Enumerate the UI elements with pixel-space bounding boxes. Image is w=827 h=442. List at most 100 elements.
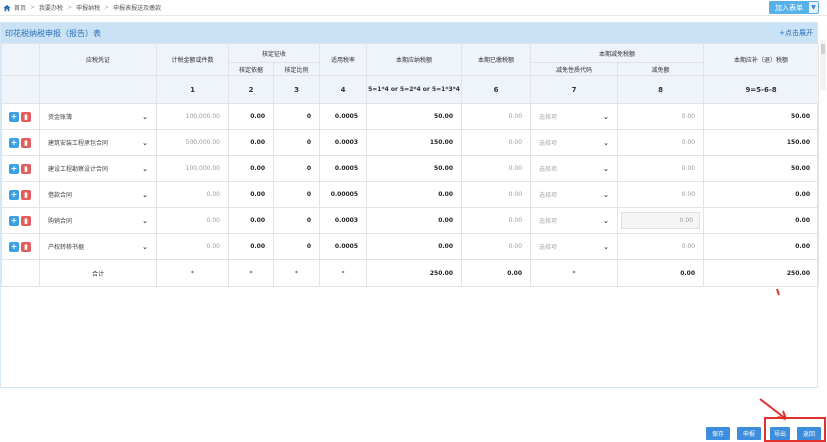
add-row-icon[interactable]: + bbox=[9, 137, 19, 148]
payable-value: 0.00 bbox=[366, 233, 463, 260]
total-basis: * bbox=[228, 259, 274, 287]
delete-row-icon[interactable]: ▮ bbox=[21, 189, 31, 200]
reduction-input[interactable]: 0.00 bbox=[617, 181, 705, 208]
chevron-down-icon: ⌄ bbox=[142, 138, 148, 147]
breadcrumb-home[interactable]: 首页 bbox=[14, 3, 26, 12]
paid-input[interactable]: 0.00 bbox=[461, 181, 532, 208]
voucher-select[interactable]: 建设工程勘察设计合同 ⌄ bbox=[39, 155, 157, 182]
table-row: + ▮ 建筑安装工程承包合同 ⌄ 500,000.00 0.00 0 0.0003 … bbox=[1, 129, 820, 156]
reduction-code-value: 选择项 bbox=[539, 218, 558, 225]
top-bar: 首页 > 我要办税 > 申报纳税 > 申报表报送及缴款 加入表单 ▼ bbox=[0, 0, 827, 16]
declare-button[interactable]: 申报 bbox=[737, 427, 761, 440]
add-row-icon[interactable]: + bbox=[9, 189, 19, 200]
save-button[interactable]: 保存 bbox=[706, 427, 730, 440]
voucher-select[interactable]: 建筑安装工程承包合同 ⌄ bbox=[39, 129, 157, 156]
home-icon[interactable] bbox=[3, 4, 11, 12]
reduction-input[interactable]: 0.00 bbox=[617, 155, 705, 182]
basis-value: 0.00 bbox=[228, 233, 274, 260]
amount-input[interactable]: 100,000.00 bbox=[156, 103, 229, 130]
chevron-down-icon: ⌄ bbox=[603, 112, 610, 121]
voucher-select[interactable]: 购销合同 ⌄ bbox=[39, 207, 157, 234]
paid-input[interactable]: 0.00 bbox=[461, 233, 532, 260]
ratio-value: 0 bbox=[272, 181, 321, 208]
total-rate: * bbox=[319, 259, 368, 287]
reduction-input[interactable]: 0.00 bbox=[617, 129, 705, 156]
chevron-down-icon[interactable]: ▼ bbox=[809, 1, 819, 14]
total-payable: 250.00 bbox=[366, 259, 463, 287]
header-reduction: 本期减免税额 bbox=[530, 43, 705, 63]
add-report-group: 加入表单 ▼ bbox=[769, 1, 819, 14]
header-col-5: 5=1*4 or 5=2*4 or 5=1*3*4 bbox=[366, 75, 463, 104]
header-col-3: 3 bbox=[272, 75, 321, 104]
header-col-8: 8 bbox=[617, 75, 705, 104]
delete-row-icon[interactable]: ▮ bbox=[21, 163, 31, 174]
add-row-icon[interactable]: + bbox=[9, 215, 19, 226]
reduction-input[interactable]: 0.00 bbox=[617, 103, 705, 130]
declaration-table: 应税凭证 计税金额或件数 核定征收 适用税率 本期应纳税额 本期已缴税额 本期减… bbox=[1, 43, 820, 287]
reduction-code-select[interactable]: 选择项 ⌄ bbox=[530, 129, 619, 156]
voucher-select[interactable]: 借款合同 ⌄ bbox=[39, 181, 157, 208]
reduction-code-select[interactable]: 选择项 ⌄ bbox=[530, 233, 619, 260]
expand-toggle[interactable]: +点击展开 bbox=[779, 28, 813, 38]
reduction-code-select[interactable]: 选择项 ⌄ bbox=[530, 181, 619, 208]
delete-row-icon[interactable]: ▮ bbox=[21, 111, 31, 122]
breadcrumb: 首页 > 我要办税 > 申报纳税 > 申报表报送及缴款 bbox=[0, 3, 161, 12]
breadcrumb-separator: > bbox=[67, 4, 73, 11]
add-row-icon[interactable]: + bbox=[9, 241, 19, 252]
header-col-ops bbox=[1, 75, 40, 104]
table-row: + ▮ 产权转移书据 ⌄ 0.00 0.00 0 0.0005 0.00 0.00 … bbox=[1, 233, 820, 260]
chevron-down-icon: ⌄ bbox=[603, 138, 610, 147]
voucher-value: 借款合同 bbox=[48, 192, 73, 199]
reduction-code-select[interactable]: 选择项 ⌄ bbox=[530, 155, 619, 182]
header-col-6: 6 bbox=[461, 75, 532, 104]
chevron-down-icon: ⌄ bbox=[603, 190, 610, 199]
voucher-value: 资金账簿 bbox=[48, 114, 73, 121]
header-rate: 适用税率 bbox=[319, 43, 368, 76]
delete-row-icon[interactable]: ▮ bbox=[21, 215, 31, 226]
table-row: + ▮ 建设工程勘察设计合同 ⌄ 100,000.00 0.00 0 0.0005 … bbox=[1, 155, 820, 182]
delete-row-icon[interactable]: ▮ bbox=[21, 241, 31, 252]
voucher-value: 购销合同 bbox=[48, 218, 73, 225]
reduction-input[interactable]: 0.00 bbox=[621, 212, 701, 229]
reduction-input[interactable]: 0.00 bbox=[617, 233, 705, 260]
header-verified: 核定征收 bbox=[227, 43, 321, 63]
side-scroll-handle[interactable] bbox=[819, 40, 827, 90]
header-col-7: 7 bbox=[530, 75, 619, 104]
rate-value: 0.0005 bbox=[319, 233, 368, 260]
due-value: 150.00 bbox=[703, 129, 820, 156]
voucher-select[interactable]: 产权转移书据 ⌄ bbox=[39, 233, 157, 260]
paid-input[interactable]: 0.00 bbox=[461, 207, 532, 234]
reduction-code-select[interactable]: 选择项 ⌄ bbox=[530, 103, 619, 130]
breadcrumb-separator: > bbox=[104, 4, 110, 11]
rate-value: 0.00005 bbox=[319, 181, 368, 208]
table-row: + ▮ 借款合同 ⌄ 0.00 0.00 0 0.00005 0.00 0.00 选… bbox=[1, 181, 820, 208]
panel-header: 印花税纳税申报（报告）表 +点击展开 bbox=[1, 23, 817, 43]
paid-input[interactable]: 0.00 bbox=[461, 103, 532, 130]
payable-value: 0.00 bbox=[366, 207, 463, 234]
breadcrumb-separator: > bbox=[30, 4, 36, 11]
breadcrumb-item[interactable]: 我要办税 bbox=[39, 3, 63, 12]
arrow-icon bbox=[759, 398, 787, 420]
reduction-code-select[interactable]: 选择项 ⌄ bbox=[530, 207, 619, 234]
delete-row-icon[interactable]: ▮ bbox=[21, 137, 31, 148]
ratio-value: 0 bbox=[272, 155, 321, 182]
due-value: 0.00 bbox=[703, 207, 820, 234]
header-col-1: 1 bbox=[156, 75, 229, 104]
voucher-select[interactable]: 资金账簿 ⌄ bbox=[39, 103, 157, 130]
amount-input[interactable]: 0.00 bbox=[156, 207, 229, 234]
amount-input[interactable]: 500,000.00 bbox=[156, 129, 229, 156]
add-report-button[interactable]: 加入表单 bbox=[769, 1, 809, 14]
header-tax-payable: 本期应纳税额 bbox=[366, 43, 463, 76]
paid-input[interactable]: 0.00 bbox=[461, 155, 532, 182]
header-tax-paid: 本期已缴税额 bbox=[461, 43, 532, 76]
amount-input[interactable]: 0.00 bbox=[156, 233, 229, 260]
footer-bar: 保存 申报 导出 返回 bbox=[0, 420, 827, 442]
add-row-icon[interactable]: + bbox=[9, 163, 19, 174]
amount-input[interactable]: 0.00 bbox=[156, 181, 229, 208]
breadcrumb-item[interactable]: 申报纳税 bbox=[76, 3, 100, 12]
rate-value: 0.0005 bbox=[319, 155, 368, 182]
amount-input[interactable]: 100,000.00 bbox=[156, 155, 229, 182]
reduction-code-value: 选择项 bbox=[539, 192, 558, 199]
paid-input[interactable]: 0.00 bbox=[461, 129, 532, 156]
add-row-icon[interactable]: + bbox=[9, 111, 19, 122]
